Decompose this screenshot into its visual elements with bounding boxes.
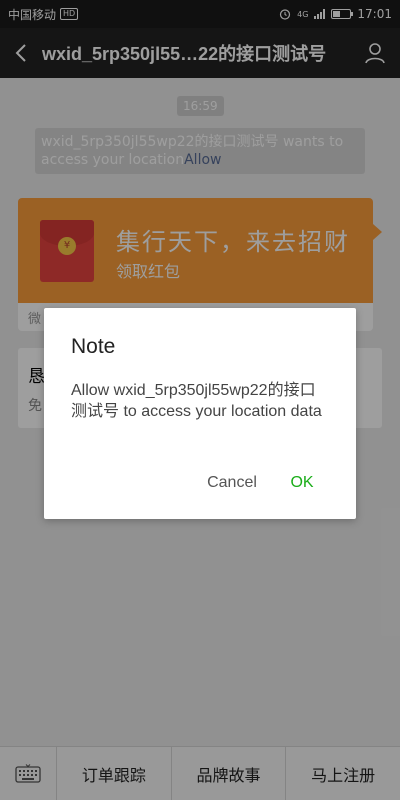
ok-button[interactable]: OK [282, 468, 322, 498]
location-permission-dialog: Note Allow wxid_5rp350jl55wp22的接口测试号 to … [44, 308, 356, 519]
cancel-button[interactable]: Cancel [192, 468, 272, 498]
dialog-title: Note [71, 335, 116, 358]
dialog-message: Allow wxid_5rp350jl55wp22的接口测试号 to acces… [71, 382, 322, 420]
